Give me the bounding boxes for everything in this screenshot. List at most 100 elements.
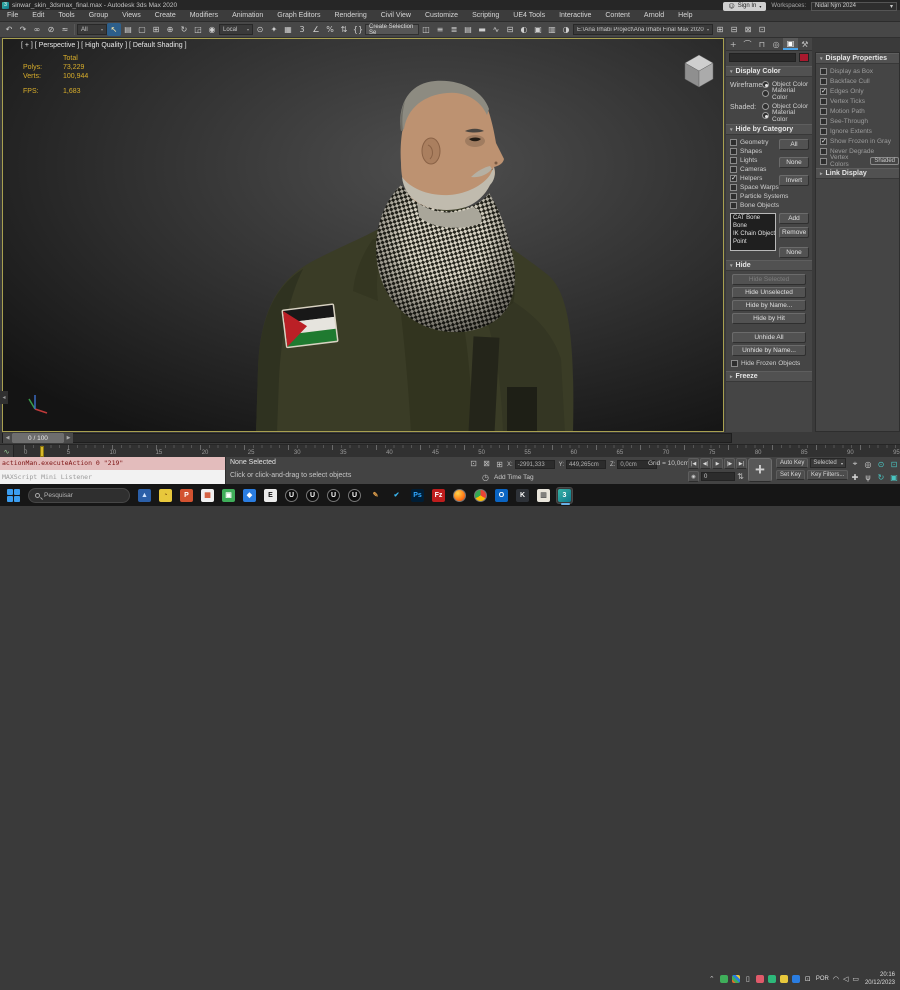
- transform-type-in-icon[interactable]: ⊞: [494, 459, 505, 470]
- start-button[interactable]: [7, 488, 20, 502]
- select-and-rotate-icon[interactable]: ↻: [177, 23, 191, 36]
- maxscript-mini-listener[interactable]: actionMan.executeAction 0 "219" MAXScrip…: [0, 457, 226, 484]
- menu-item[interactable]: Help: [671, 10, 699, 22]
- auto-key-button[interactable]: Auto Key: [776, 458, 809, 468]
- checkbox-icon[interactable]: [820, 127, 827, 135]
- create-tab[interactable]: +: [726, 38, 740, 50]
- schematic-view-icon[interactable]: ⊟: [503, 23, 517, 36]
- clock[interactable]: 20:16 20/12/2023: [865, 971, 895, 987]
- window-crossing-icon[interactable]: ⊞: [149, 23, 163, 36]
- isolate-selection-toggle[interactable]: ⊡: [468, 458, 479, 469]
- rectangular-selection-region-icon[interactable]: ▢: [135, 23, 149, 36]
- previous-frame-button[interactable]: ◀|: [700, 458, 711, 469]
- category-checkbox-row[interactable]: Bone Objects: [730, 201, 810, 210]
- category-quick-button[interactable]: All: [779, 139, 809, 150]
- angle-snap-icon[interactable]: ∠: [309, 23, 323, 36]
- gallery-app-icon[interactable]: ▣: [220, 487, 237, 504]
- checkbox-icon[interactable]: [820, 97, 827, 105]
- edit-named-selection-sets-icon[interactable]: {}: [351, 23, 365, 36]
- render-production-icon[interactable]: ◑: [559, 23, 573, 36]
- display-property-row[interactable]: See-Through: [816, 116, 899, 126]
- checkbox-icon[interactable]: [730, 174, 737, 182]
- object-name-field[interactable]: [729, 53, 796, 62]
- set-key-button[interactable]: Set Key: [776, 470, 806, 480]
- list-button[interactable]: Add: [779, 213, 809, 224]
- scene-tool-icon-4[interactable]: ⊡: [755, 23, 769, 36]
- hide-action-button[interactable]: Hide Selected: [732, 274, 806, 285]
- undo-icon[interactable]: ↶: [2, 23, 16, 36]
- hexagon-app-icon[interactable]: ◆: [241, 487, 258, 504]
- menu-item[interactable]: Edit: [25, 10, 51, 22]
- tray-yellow-app-icon[interactable]: [779, 975, 788, 983]
- current-frame-field[interactable]: 0: [701, 472, 735, 481]
- next-frame-button[interactable]: |▶: [724, 458, 735, 469]
- checkbox-icon[interactable]: [730, 184, 737, 191]
- key-mode-toggle[interactable]: ◉: [688, 471, 699, 482]
- orbit-button[interactable]: ↻: [875, 471, 887, 483]
- radio-icon[interactable]: [762, 103, 769, 110]
- hide-action-button[interactable]: Unhide by Name...: [732, 345, 806, 356]
- check-app-icon[interactable]: ✔: [388, 487, 405, 504]
- menu-item[interactable]: Graph Editors: [270, 10, 327, 22]
- tray-sync-app-icon[interactable]: [767, 975, 776, 983]
- zoom-button[interactable]: ⌖: [849, 458, 861, 470]
- walk-through-button[interactable]: ψ: [862, 471, 874, 483]
- radio-option[interactable]: Material Color: [762, 109, 810, 123]
- filezilla-icon[interactable]: Fz: [430, 487, 447, 504]
- rollout-hide-by-category[interactable]: Hide by Category: [726, 124, 812, 135]
- checkbox-icon[interactable]: [730, 139, 737, 146]
- maxscript-output-line[interactable]: actionMan.executeAction 0 "219": [0, 457, 225, 470]
- rollout-freeze[interactable]: Freeze: [726, 371, 812, 382]
- list-button[interactable]: Remove: [779, 227, 809, 238]
- menu-item[interactable]: Create: [148, 10, 183, 22]
- menu-item[interactable]: UE4 Tools: [506, 10, 552, 22]
- outlook-icon[interactable]: O: [493, 487, 510, 504]
- radio-icon[interactable]: [762, 81, 769, 88]
- curve-editor-icon[interactable]: ∿: [489, 23, 503, 36]
- list-item[interactable]: IK Chain Object: [731, 230, 775, 238]
- list-button[interactable]: None: [779, 247, 809, 258]
- coordinate-field[interactable]: 449,265cm: [566, 460, 607, 469]
- display-property-row[interactable]: Show Frozen in Gray: [816, 136, 899, 146]
- taskbar-search[interactable]: Pesquisar: [28, 487, 130, 503]
- menu-item[interactable]: Rendering: [327, 10, 373, 22]
- spinner-snap-icon[interactable]: ⇅: [337, 23, 351, 36]
- hide-action-button[interactable]: Hide Unselected: [732, 287, 806, 298]
- viewport-label[interactable]: [ + ] [ Perspective ] [ High Quality ] […: [21, 42, 187, 49]
- maxscript-input-line[interactable]: MAXScript Mini Listener: [0, 470, 225, 484]
- time-slider-handle[interactable]: 0 / 100: [12, 433, 64, 443]
- select-object-icon[interactable]: ↖: [107, 23, 121, 36]
- unreal-engine-icon[interactable]: U: [283, 487, 300, 504]
- wifi-icon[interactable]: ◠: [833, 975, 839, 983]
- checkbox-icon[interactable]: [730, 157, 737, 164]
- sign-in-button[interactable]: ☺ Sign In ▾: [723, 1, 767, 11]
- play-button[interactable]: ▶: [712, 458, 723, 469]
- select-by-name-icon[interactable]: ▤: [121, 23, 135, 36]
- powerpoint-app-icon[interactable]: P: [178, 487, 195, 504]
- workspace-dropdown[interactable]: Nidal Njm 2024 ▾: [811, 1, 897, 11]
- zoom-all-button[interactable]: ◎: [862, 458, 874, 470]
- checkbox-icon[interactable]: [820, 147, 827, 155]
- rollout-display-color[interactable]: Display Color: [726, 66, 812, 77]
- display-property-row[interactable]: Vertex Colors Shaded: [816, 154, 899, 168]
- time-slider-track[interactable]: ◀ 0 / 100 ▶: [2, 433, 732, 443]
- list-item[interactable]: Bone: [731, 222, 775, 230]
- maximize-viewport-button[interactable]: ▣: [888, 471, 900, 483]
- mirror-icon[interactable]: ◫: [419, 23, 433, 36]
- display-property-row[interactable]: Ignore Extents: [816, 126, 899, 136]
- category-quick-button[interactable]: Invert: [779, 175, 809, 186]
- scene-tool-icon-2[interactable]: ⊟: [727, 23, 741, 36]
- snap-toggle-3d-icon[interactable]: 3: [295, 23, 309, 36]
- selection-filter-dropdown[interactable]: All ▾: [77, 24, 107, 35]
- rollout-hide[interactable]: Hide: [726, 260, 812, 271]
- language-indicator[interactable]: POR: [816, 976, 829, 982]
- project-path-dropdown[interactable]: E:\Ana Irhabi Project\Ana Irhabi Final M…: [573, 24, 713, 35]
- menu-item[interactable]: Content: [598, 10, 637, 22]
- tray-green-app-icon[interactable]: [719, 975, 728, 983]
- checkbox-icon[interactable]: [820, 77, 827, 85]
- tray-red-app-icon[interactable]: [755, 975, 764, 983]
- menu-item[interactable]: Scripting: [465, 10, 506, 22]
- pen-tool-icon[interactable]: ✎: [367, 487, 384, 504]
- epic-games-icon[interactable]: E: [262, 487, 279, 504]
- bind-to-space-warp-icon[interactable]: ≈: [58, 23, 72, 36]
